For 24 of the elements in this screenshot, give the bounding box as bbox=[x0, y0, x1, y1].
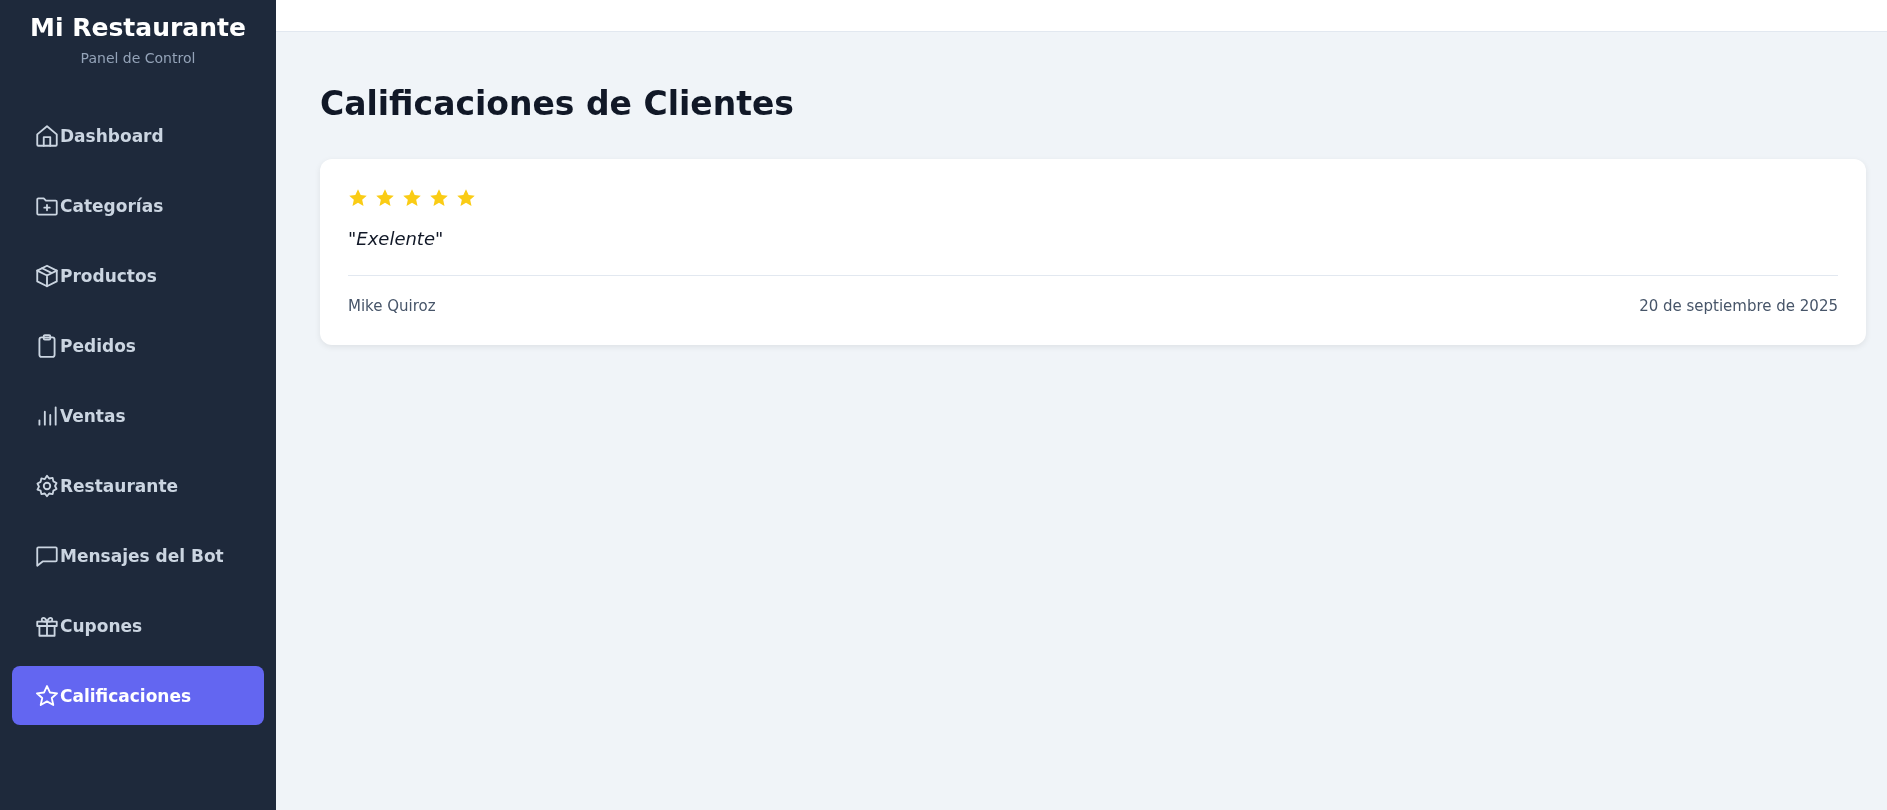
sidebar-item[interactable]: Restaurante bbox=[12, 456, 264, 515]
sidebar-item[interactable]: Ventas bbox=[12, 386, 264, 445]
house-icon bbox=[34, 122, 60, 149]
app-title: Mi Restaurante bbox=[29, 13, 247, 42]
star-icon bbox=[429, 188, 449, 208]
sidebar-item[interactable]: Productos bbox=[12, 246, 264, 305]
sidebar-item[interactable]: Pedidos bbox=[12, 316, 264, 375]
star-icon bbox=[34, 682, 60, 709]
sidebar-item[interactable]: Dashboard bbox=[12, 106, 264, 165]
star-icon bbox=[456, 188, 476, 208]
sidebar-item[interactable]: Categorías bbox=[12, 176, 264, 235]
star-icon bbox=[348, 188, 368, 208]
sidebar-item[interactable]: Mensajes del Bot bbox=[12, 526, 264, 585]
review-date: 20 de septiembre de 2025 bbox=[1639, 297, 1838, 315]
review-comment: "Exelente" bbox=[348, 228, 444, 249]
sidebar-item[interactable]: Calificaciones bbox=[12, 666, 264, 725]
star-icon bbox=[402, 188, 422, 208]
sidebar-item[interactable]: Cupones bbox=[12, 596, 264, 655]
page-heading: Calificaciones de Clientes bbox=[320, 84, 795, 123]
app-subtitle: Panel de Control bbox=[79, 50, 197, 66]
box-icon bbox=[34, 262, 60, 289]
settings-icon bbox=[34, 472, 60, 499]
star-icon bbox=[375, 188, 395, 208]
review-author: Mike Quiroz bbox=[348, 297, 436, 315]
